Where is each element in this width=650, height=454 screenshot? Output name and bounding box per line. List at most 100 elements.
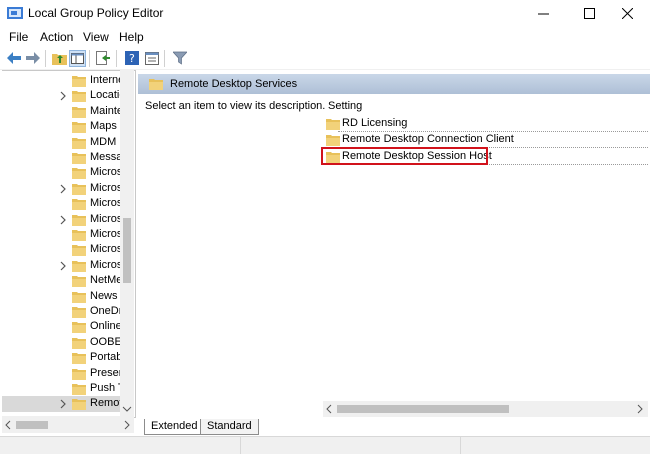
folder-icon: [72, 76, 86, 87]
folder-icon: [72, 245, 86, 257]
back-arrow-icon: [7, 52, 21, 64]
menu-view[interactable]: View: [83, 30, 109, 44]
tree-item-label: Micros: [90, 228, 123, 240]
tree-item[interactable]: Micros: [2, 227, 123, 243]
folder-icon: [72, 168, 86, 180]
minimize-icon: [537, 13, 549, 15]
tree-item[interactable]: MDM: [2, 135, 120, 151]
filter-icon: [173, 51, 187, 65]
folder-icon: [72, 307, 86, 318]
folder-icon: [72, 368, 86, 380]
back-button[interactable]: [6, 50, 22, 66]
tab-standard[interactable]: Standard: [200, 419, 259, 435]
tree-item[interactable]: News a: [2, 289, 127, 305]
scroll-left-icon[interactable]: [326, 404, 332, 414]
tree-item[interactable]: Presen: [2, 366, 125, 382]
window-title: Local Group Policy Editor: [28, 6, 164, 20]
tree-item-label: Micros: [90, 166, 123, 179]
export-list-icon: [96, 51, 110, 65]
folder-icon: [326, 119, 340, 130]
export-list-button[interactable]: [95, 50, 111, 66]
tree-item-label: Maps: [90, 120, 117, 133]
tree-item[interactable]: Micros: [2, 196, 123, 212]
maximize-icon: [583, 8, 595, 19]
chevron-right-icon[interactable]: [58, 214, 68, 226]
properties-button[interactable]: [144, 50, 160, 66]
navigation-tree[interactable]: Interne Locatio Mainte Maps MDM Messag Micros M…: [2, 70, 136, 418]
show-hide-tree-icon: [71, 53, 84, 64]
tree-item[interactable]: Micros: [2, 181, 123, 197]
show-hide-tree-button[interactable]: [69, 50, 86, 67]
highlight-annotation-box: [321, 147, 488, 165]
close-button[interactable]: [604, 0, 650, 27]
toolbar: ?: [0, 47, 650, 70]
tree-item-label: Micros: [90, 258, 123, 271]
folder-icon: [72, 384, 86, 395]
list-item[interactable]: Remote Desktop Connection Client: [324, 132, 648, 147]
tree-item[interactable]: Remot: [2, 396, 122, 413]
tab-extended[interactable]: Extended: [144, 419, 205, 435]
details-hscroll-thumb[interactable]: [337, 405, 509, 413]
chevron-right-icon[interactable]: [58, 260, 68, 272]
menu-bar: File Action View Help: [0, 27, 650, 47]
folder-icon: [72, 337, 86, 349]
tree-item[interactable]: Micros: [2, 258, 123, 274]
folder-icon: [72, 276, 86, 288]
scroll-right-icon[interactable]: [637, 404, 643, 414]
details-header: Remote Desktop Services: [138, 74, 650, 94]
tree-item-label: Micros: [90, 212, 123, 225]
scroll-left-icon[interactable]: [5, 420, 11, 430]
filter-button[interactable]: [172, 50, 188, 66]
up-one-level-button[interactable]: [51, 50, 67, 66]
tree-item[interactable]: Micros: [2, 212, 123, 228]
help-button[interactable]: ?: [124, 50, 140, 66]
scroll-right-icon[interactable]: [124, 420, 130, 430]
minimize-button[interactable]: [520, 0, 566, 27]
tree-item[interactable]: Micros: [2, 165, 123, 181]
folder-icon: [72, 106, 86, 118]
tree-item[interactable]: Push T: [2, 381, 125, 397]
tree-item[interactable]: Maps: [2, 119, 120, 135]
folder-icon: [72, 137, 86, 149]
chevron-right-icon[interactable]: [58, 90, 68, 102]
tree-item-label: Mainte: [90, 104, 124, 117]
tree-horizontal-scrollbar[interactable]: [2, 416, 134, 433]
list-item-label: Remote Desktop Connection Client: [342, 133, 514, 145]
tree-item[interactable]: Locatio: [2, 88, 125, 104]
tree-item-label: OOBE: [90, 335, 122, 348]
folder-icon: [72, 153, 86, 164]
details-pane: Remote Desktop Services Select an item t…: [138, 70, 650, 418]
scroll-down-icon[interactable]: [122, 406, 132, 412]
tree-item-label: OneDr: [90, 305, 123, 317]
tree-item[interactable]: Online: [2, 319, 122, 335]
tree-vertical-scrollbar[interactable]: [120, 70, 134, 416]
tree-item[interactable]: Interne: [2, 73, 124, 89]
tree-item-label: Micros: [90, 197, 123, 210]
tree-item[interactable]: OneDr: [2, 304, 123, 320]
folder-icon: [72, 199, 86, 211]
tree-item[interactable]: NetMe: [2, 273, 122, 289]
folder-icon: [72, 214, 86, 226]
tree-item-label: Portab: [90, 351, 123, 364]
setting-column-header[interactable]: Setting: [328, 100, 362, 112]
list-item[interactable]: RD Licensing: [324, 116, 648, 131]
menu-action[interactable]: Action: [40, 30, 73, 44]
tree-item[interactable]: Portab: [2, 350, 123, 366]
tree-hscroll-thumb[interactable]: [16, 421, 48, 429]
forward-button[interactable]: [25, 50, 41, 66]
folder-icon: [72, 183, 86, 195]
tree-scroll-thumb[interactable]: [123, 218, 131, 283]
tree-item[interactable]: Messag: [2, 150, 129, 166]
tree-item-label: Micros: [90, 181, 123, 194]
tree-item[interactable]: OOBE: [2, 335, 122, 351]
folder-icon: [72, 291, 86, 303]
details-horizontal-scrollbar[interactable]: [323, 401, 648, 417]
chevron-right-icon[interactable]: [58, 398, 68, 410]
menu-help[interactable]: Help: [119, 30, 144, 44]
folder-icon: [72, 91, 86, 103]
tree-item[interactable]: Micros: [2, 242, 122, 258]
chevron-right-icon[interactable]: [58, 183, 68, 195]
folder-icon: [72, 353, 86, 365]
menu-file[interactable]: File: [9, 30, 28, 44]
tree-item[interactable]: Mainte: [2, 104, 124, 120]
